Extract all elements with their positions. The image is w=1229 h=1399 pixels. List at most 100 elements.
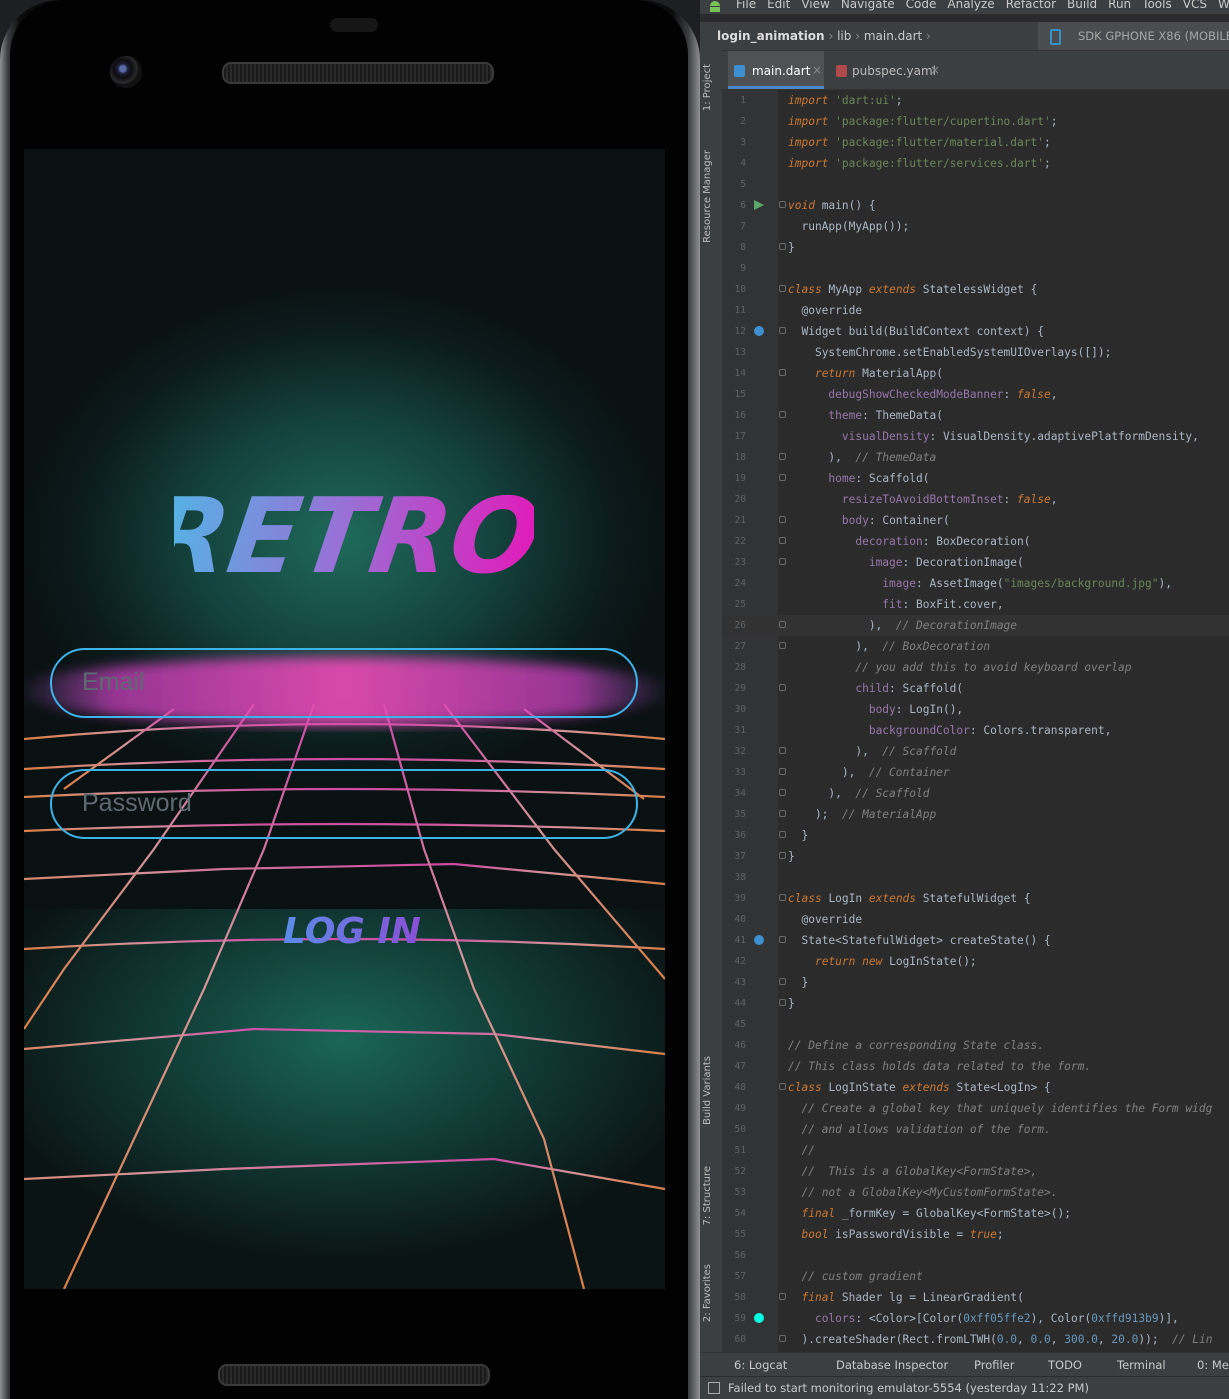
breadcrumb-project[interactable]: login_animation (717, 29, 825, 43)
code-line[interactable]: 30 body: LogIn(), (722, 699, 1229, 720)
fold-icon[interactable] (779, 558, 786, 565)
structure-tool-tab[interactable]: 7: Structure (702, 1166, 713, 1225)
menu-item-analyze[interactable]: Analyze (947, 0, 994, 11)
code-line[interactable]: 57 // custom gradient (722, 1266, 1229, 1287)
code-line[interactable]: 42 return new LogInState(); (722, 951, 1229, 972)
code-line[interactable]: 38 (722, 867, 1229, 888)
logcat-tool[interactable]: 6: Logcat (734, 1358, 787, 1372)
fold-icon[interactable] (779, 537, 786, 544)
tab-main-dart[interactable]: main.dart × (728, 51, 824, 89)
tab-pubspec-yaml[interactable]: pubspec.yaml × (830, 51, 960, 89)
code-line[interactable]: 40 @override (722, 909, 1229, 930)
code-line[interactable]: 47 // This class holds data related to th… (722, 1056, 1229, 1077)
code-line[interactable]: 10 class MyApp extends StatelessWidget { (722, 279, 1229, 300)
color-swatch-icon[interactable] (754, 1313, 764, 1323)
fold-icon[interactable] (779, 684, 786, 691)
code-line[interactable]: 8} (722, 237, 1229, 258)
fold-icon[interactable] (779, 201, 786, 208)
code-line[interactable]: 17 visualDensity: VisualDensity.adaptive… (722, 426, 1229, 447)
email-input[interactable]: Email (50, 648, 638, 718)
code-line[interactable]: 7 runApp(MyApp()); (722, 216, 1229, 237)
code-line[interactable]: 60 ).createShader(Rect.fromLTWH(0.0, 0.0… (722, 1329, 1229, 1350)
code-line[interactable]: 31 backgroundColor: Colors.transparent, (722, 720, 1229, 741)
code-line[interactable]: 19 home: Scaffold( (722, 468, 1229, 489)
code-line[interactable]: 53 // not a GlobalKey<MyCustomFormState>… (722, 1182, 1229, 1203)
code-line[interactable]: 49 // Create a global key that uniquely … (722, 1098, 1229, 1119)
code-line[interactable]: 37} (722, 846, 1229, 867)
code-editor[interactable]: 1 import 'dart:ui'; 2 import 'package:flutt… (722, 90, 1229, 1352)
code-line[interactable]: 2 import 'package:flutter/cupertino.dart'… (722, 111, 1229, 132)
fold-icon[interactable] (779, 978, 786, 985)
breadcrumb-file[interactable]: main.dart (864, 29, 922, 43)
code-line[interactable]: 44} (722, 993, 1229, 1014)
fold-icon[interactable] (779, 999, 786, 1006)
code-line[interactable]: 58 final Shader lg = LinearGradient( (722, 1287, 1229, 1308)
code-line[interactable]: 23 image: DecorationImage( (722, 552, 1229, 573)
project-tool-tab[interactable]: 1: Project (702, 64, 713, 111)
code-line[interactable]: 14 return MaterialApp( (722, 363, 1229, 384)
code-line[interactable]: 21 body: Container( (722, 510, 1229, 531)
fold-icon[interactable] (779, 642, 786, 649)
code-line[interactable]: 46 // Define a corresponding State class. (722, 1035, 1229, 1056)
menu-item-view[interactable]: View (801, 0, 829, 11)
code-line[interactable]: 35 ); // MaterialApp (722, 804, 1229, 825)
fold-icon[interactable] (779, 831, 786, 838)
code-line[interactable]: 5 (722, 174, 1229, 195)
close-icon[interactable]: × (930, 63, 940, 77)
code-line[interactable]: 45 (722, 1014, 1229, 1035)
code-line[interactable]: 16 theme: ThemeData( (722, 405, 1229, 426)
menu-item-navigate[interactable]: Navigate (841, 0, 895, 11)
code-line[interactable]: 20 resizeToAvoidBottomInset: false, (722, 489, 1229, 510)
code-line[interactable]: 36 } (722, 825, 1229, 846)
fold-icon[interactable] (779, 768, 786, 775)
code-line[interactable]: 55 bool isPasswordVisible = true; (722, 1224, 1229, 1245)
fold-icon[interactable] (779, 747, 786, 754)
code-line[interactable]: 56 (722, 1245, 1229, 1266)
menu-item-tools[interactable]: Tools (1142, 0, 1172, 11)
code-line[interactable]: 54 final _formKey = GlobalKey<FormState>… (722, 1203, 1229, 1224)
code-line[interactable]: 52 // This is a GlobalKey<FormState>, (722, 1161, 1229, 1182)
code-line[interactable]: 41 State<StatefulWidget> createState() { (722, 930, 1229, 951)
menu-item-window[interactable]: Window (1218, 0, 1229, 11)
fold-icon[interactable] (779, 789, 786, 796)
fold-icon[interactable] (779, 516, 786, 523)
code-line[interactable]: 13 SystemChrome.setEnabledSystemUIOverla… (722, 342, 1229, 363)
profiler-tool[interactable]: Profiler (974, 1358, 1015, 1372)
code-line[interactable]: 34 ), // Scaffold (722, 783, 1229, 804)
login-button[interactable]: LOG IN (282, 901, 422, 957)
code-line[interactable]: 9 (722, 258, 1229, 279)
resource-manager-tool-tab[interactable]: Resource Manager (702, 150, 713, 243)
fold-icon[interactable] (779, 1335, 786, 1342)
code-line[interactable]: 15 debugShowCheckedModeBanner: false, (722, 384, 1229, 405)
code-line[interactable]: 50 // and allows validation of the form. (722, 1119, 1229, 1140)
device-selector[interactable]: SDK GPHONE X86 (MOBILE) (1038, 22, 1229, 50)
code-line[interactable]: 39 class LogIn extends StatefulWidget { (722, 888, 1229, 909)
code-line[interactable]: 24 image: AssetImage("images/background.… (722, 573, 1229, 594)
breadcrumb-folder[interactable]: lib (837, 29, 851, 43)
status-window-icon[interactable] (708, 1382, 720, 1394)
code-line[interactable]: 48 class LogInState extends State<LogIn> … (722, 1077, 1229, 1098)
fold-icon[interactable] (779, 852, 786, 859)
code-line[interactable]: 59 colors: <Color>[Color(0xff05ffe2), Co… (722, 1308, 1229, 1329)
close-icon[interactable]: × (812, 63, 822, 77)
menu-item-code[interactable]: Code (906, 0, 937, 11)
fold-icon[interactable] (779, 243, 786, 250)
code-line[interactable]: 11 @override (722, 300, 1229, 321)
password-input[interactable]: Password (50, 769, 638, 839)
fold-icon[interactable] (779, 1083, 786, 1090)
code-line[interactable]: 27 ), // BoxDecoration (722, 636, 1229, 657)
fold-icon[interactable] (779, 369, 786, 376)
fold-icon[interactable] (779, 894, 786, 901)
override-icon[interactable] (754, 935, 764, 945)
menu-item-run[interactable]: Run (1108, 0, 1131, 11)
code-line[interactable]: 6 void main() { (722, 195, 1229, 216)
override-icon[interactable] (754, 326, 764, 336)
fold-icon[interactable] (779, 285, 786, 292)
code-line[interactable]: 51 // (722, 1140, 1229, 1161)
fold-icon[interactable] (779, 936, 786, 943)
messages-tool[interactable]: 0: Me (1197, 1358, 1229, 1372)
fold-icon[interactable] (779, 474, 786, 481)
fold-icon[interactable] (779, 411, 786, 418)
code-line[interactable]: 12 Widget build(BuildContext context) { (722, 321, 1229, 342)
database-inspector-tool[interactable]: Database Inspector (836, 1358, 948, 1372)
